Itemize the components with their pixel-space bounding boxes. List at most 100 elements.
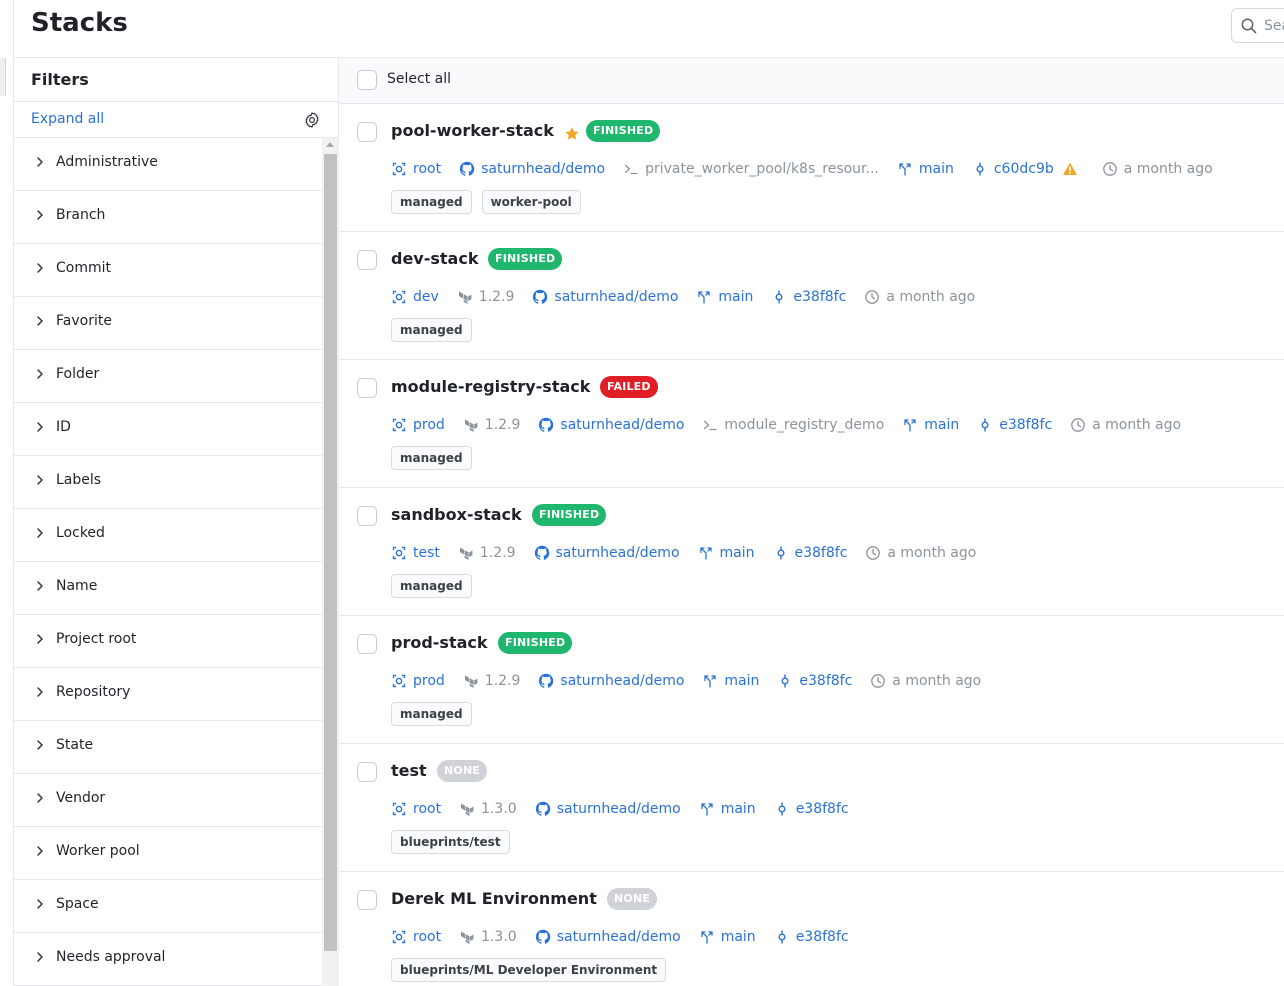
label-tag[interactable]: managed bbox=[391, 318, 472, 342]
commit-icon bbox=[981, 418, 989, 432]
filter-label: Project root bbox=[56, 631, 137, 647]
stack-commit[interactable]: e38f8fc bbox=[777, 673, 852, 689]
search-box[interactable] bbox=[1231, 8, 1284, 43]
stack-repo[interactable]: saturnhead/demo bbox=[534, 545, 680, 561]
stack-checkbox[interactable] bbox=[357, 378, 377, 398]
filter-item[interactable]: Space bbox=[14, 880, 322, 933]
stack-repo-text: saturnhead/demo bbox=[560, 673, 685, 689]
filter-item[interactable]: Labels bbox=[14, 456, 322, 509]
filter-item[interactable]: Worker pool bbox=[14, 827, 322, 880]
stack-checkbox[interactable] bbox=[357, 762, 377, 782]
stack-branch-text: main bbox=[924, 417, 960, 433]
stack-repo[interactable]: saturnhead/demo bbox=[535, 929, 681, 945]
chevron-right-icon bbox=[37, 846, 43, 856]
stack-name[interactable]: test bbox=[391, 761, 427, 780]
stack-space[interactable]: dev bbox=[391, 289, 439, 305]
stack-space[interactable]: test bbox=[391, 545, 440, 561]
stack-name[interactable]: prod-stack bbox=[391, 633, 488, 652]
stack-repo[interactable]: saturnhead/demo bbox=[459, 161, 605, 177]
stack-commit-text: e38f8fc bbox=[795, 929, 849, 945]
filter-item[interactable]: Favorite bbox=[14, 297, 322, 350]
stack-branch[interactable]: main bbox=[702, 673, 759, 689]
stack-name[interactable]: module-registry-stack bbox=[391, 377, 590, 396]
filter-item[interactable]: ID bbox=[14, 403, 322, 456]
label-tag[interactable]: blueprints/ML Developer Environment bbox=[391, 958, 667, 982]
stack-space[interactable]: root bbox=[391, 801, 441, 817]
stack-repo[interactable]: saturnhead/demo bbox=[532, 289, 678, 305]
rail-tab[interactable] bbox=[0, 58, 6, 96]
stack-name[interactable]: dev-stack bbox=[391, 249, 478, 268]
filter-label: State bbox=[56, 737, 94, 753]
filter-item[interactable]: Name bbox=[14, 562, 322, 615]
stack-version-text: 1.2.9 bbox=[484, 673, 521, 689]
stack-branch[interactable]: main bbox=[897, 161, 954, 177]
stack-commit[interactable]: e38f8fc bbox=[771, 289, 846, 305]
stack-repo[interactable]: saturnhead/demo bbox=[538, 417, 684, 433]
scroll-up-arrow[interactable] bbox=[326, 142, 334, 147]
label-tag[interactable]: managed bbox=[391, 190, 472, 214]
stack-meta-row: dev 1.2.9 saturnhead/demo main e38f8fc a mont… bbox=[391, 289, 993, 309]
filter-item[interactable]: Folder bbox=[14, 350, 322, 403]
filter-item[interactable]: Administrative bbox=[14, 138, 322, 191]
stack-version-text: 1.2.9 bbox=[484, 417, 521, 433]
stack-commit[interactable]: c60dc9b bbox=[972, 161, 1084, 177]
filter-item[interactable]: Needs approval bbox=[14, 933, 322, 986]
stack-version-text: 1.2.9 bbox=[479, 545, 516, 561]
scroll-thumb[interactable] bbox=[324, 154, 337, 951]
stack-commit[interactable]: e38f8fc bbox=[774, 929, 849, 945]
stack-commit[interactable]: e38f8fc bbox=[977, 417, 1052, 433]
stack-space[interactable]: prod bbox=[391, 417, 445, 433]
star-icon[interactable] bbox=[564, 126, 580, 142]
label-tag[interactable]: blueprints/test bbox=[391, 830, 510, 854]
filter-item[interactable]: Branch bbox=[14, 191, 322, 244]
search-input[interactable] bbox=[1264, 16, 1284, 36]
expand-all-link[interactable]: Expand all bbox=[31, 111, 104, 127]
stack-space[interactable]: prod bbox=[391, 673, 445, 689]
filter-item[interactable]: Commit bbox=[14, 244, 322, 297]
stack-name[interactable]: Derek ML Environment bbox=[391, 889, 597, 908]
stack-checkbox[interactable] bbox=[357, 122, 377, 142]
stack-checkbox[interactable] bbox=[357, 634, 377, 654]
filter-item[interactable]: Vendor bbox=[14, 774, 322, 827]
filter-scrollbar[interactable] bbox=[322, 138, 339, 986]
stack-branch[interactable]: main bbox=[696, 289, 753, 305]
stack-repo[interactable]: saturnhead/demo bbox=[538, 673, 684, 689]
stack-checkbox[interactable] bbox=[357, 890, 377, 910]
filter-label: Favorite bbox=[56, 313, 112, 329]
stack-commit-text: e38f8fc bbox=[794, 545, 848, 561]
stack-checkbox[interactable] bbox=[357, 506, 377, 526]
stack-checkbox[interactable] bbox=[357, 250, 377, 270]
page-header: Stacks bbox=[14, 0, 1284, 58]
stack-space[interactable]: root bbox=[391, 161, 441, 177]
stack-branch[interactable]: main bbox=[698, 545, 755, 561]
filter-list: Administrative Branch Commit Favorite Folder… bbox=[14, 138, 322, 986]
clock-icon bbox=[1102, 162, 1117, 176]
stack-branch[interactable]: main bbox=[699, 801, 756, 817]
label-tag[interactable]: managed bbox=[391, 574, 472, 598]
select-all-checkbox[interactable] bbox=[357, 70, 377, 90]
branch-icon bbox=[699, 547, 712, 560]
stack-space[interactable]: root bbox=[391, 929, 441, 945]
stack-repo-text: saturnhead/demo bbox=[555, 545, 680, 561]
stack-meta-row: root saturnhead/demo private_worker_pool/k… bbox=[391, 161, 1231, 181]
stack-commit[interactable]: e38f8fc bbox=[773, 545, 848, 561]
stack-commit[interactable]: e38f8fc bbox=[774, 801, 849, 817]
clock-icon bbox=[1071, 418, 1085, 432]
stack-branch[interactable]: main bbox=[902, 417, 959, 433]
stack-repo[interactable]: saturnhead/demo bbox=[535, 801, 681, 817]
label-tag[interactable]: worker-pool bbox=[481, 190, 581, 214]
label-tag[interactable]: managed bbox=[391, 446, 472, 470]
filter-item[interactable]: Project root bbox=[14, 615, 322, 668]
stack-name[interactable]: sandbox-stack bbox=[391, 505, 522, 524]
branch-icon bbox=[701, 803, 713, 816]
stack-branch[interactable]: main bbox=[699, 929, 756, 945]
gear-icon[interactable] bbox=[303, 111, 321, 129]
filter-item[interactable]: Repository bbox=[14, 668, 322, 721]
select-all-label[interactable]: Select all bbox=[387, 71, 451, 87]
filter-item[interactable]: State bbox=[14, 721, 322, 774]
label-tag[interactable]: managed bbox=[391, 702, 472, 726]
filter-label: Locked bbox=[56, 525, 105, 541]
stack-meta-row: prod 1.2.9 saturnhead/demo main e38f8fc a mon… bbox=[391, 673, 999, 693]
stack-name[interactable]: pool-worker-stack bbox=[391, 121, 554, 140]
filter-item[interactable]: Locked bbox=[14, 509, 322, 562]
